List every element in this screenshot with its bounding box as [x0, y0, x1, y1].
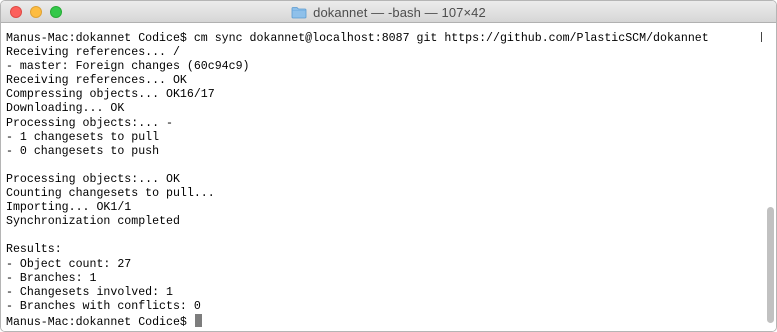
terminal-line: - 0 changesets to push: [6, 144, 160, 158]
text-cursor: [194, 313, 202, 327]
terminal-line: Receiving references... /: [6, 46, 180, 60]
folder-icon: [291, 6, 307, 19]
title-bar[interactable]: dokannet — -bash — 107×42: [1, 1, 776, 23]
terminal-line: - Branches: 1: [6, 271, 97, 285]
terminal-line: - Changesets involved: 1: [6, 285, 173, 299]
terminal-line: Processing objects:... OK: [6, 172, 180, 186]
terminal-line: - master: Foreign changes (60c94c9): [6, 60, 250, 74]
terminal-line: Importing... OK1/1: [6, 201, 132, 215]
terminal-line: Receiving references... OK: [6, 74, 187, 88]
terminal-lines: Manus-Mac:dokannet Codice$ cm sync dokan…: [6, 32, 758, 329]
scroll-marker: [761, 32, 762, 42]
terminal-line: Downloading... OK: [6, 102, 125, 116]
shell-prompt: Manus-Mac:dokannet Codice$: [6, 315, 194, 329]
terminal-line: Manus-Mac:dokannet Codice$ cm sync dokan…: [6, 32, 709, 45]
prompt-line: Manus-Mac:dokannet Codice$: [6, 313, 758, 329]
terminal-line: - Branches with conflicts: 0: [6, 299, 201, 313]
terminal-line: Compressing objects... OK16/17: [6, 88, 215, 102]
vertical-scrollbar[interactable]: [767, 207, 774, 323]
window-title-group: dokannet — -bash — 107×42: [1, 1, 776, 23]
terminal-line: Processing objects:... -: [6, 116, 173, 130]
terminal-line: Counting changesets to pull...: [6, 187, 215, 201]
terminal-line: - 1 changesets to pull: [6, 130, 160, 144]
terminal-line: Synchronization completed: [6, 215, 180, 229]
terminal-line: - Object count: 27: [6, 257, 132, 271]
terminal-output[interactable]: Manus-Mac:dokannet Codice$ cm sync dokan…: [1, 24, 776, 331]
window-title: dokannet — -bash — 107×42: [313, 4, 486, 20]
terminal-line: Results:: [6, 243, 62, 257]
terminal-window: dokannet — -bash — 107×42 Manus-Mac:doka…: [0, 0, 777, 332]
